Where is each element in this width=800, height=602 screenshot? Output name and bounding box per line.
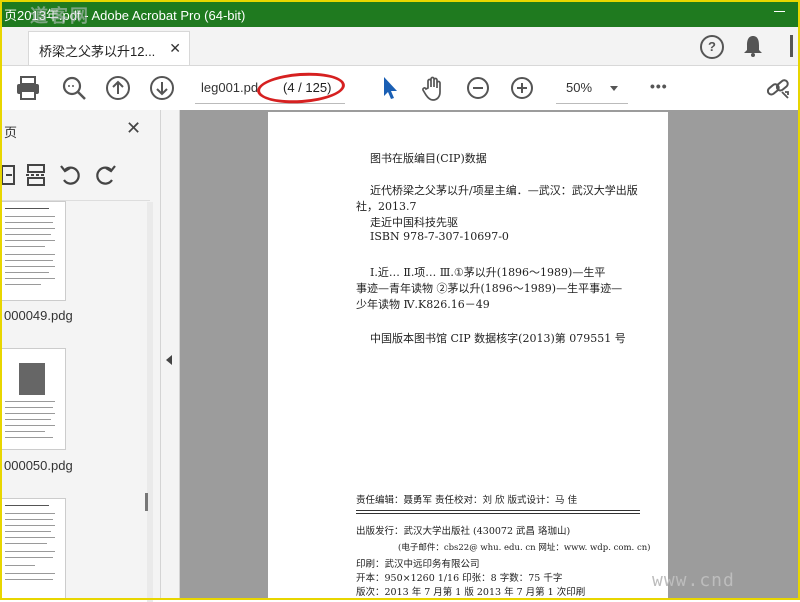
- file-name-label: leg001.pd: [201, 80, 259, 95]
- publisher-line: 出版发行：武汉大学出版社 (430072 武昌 珞珈山): [356, 526, 571, 537]
- insert-page-icon[interactable]: [0, 162, 18, 188]
- notification-bell-icon[interactable]: [742, 34, 764, 58]
- page-thumbnail[interactable]: [0, 348, 66, 450]
- tab-label: 桥梁之父茅以升12...: [39, 44, 156, 59]
- zoom-underline: [556, 103, 628, 104]
- field-underline: [195, 103, 345, 104]
- body-line: 近代桥梁之父茅以升/项星主编．—武汉：武汉大学出版: [370, 184, 638, 197]
- zoom-dropdown[interactable]: 50%: [556, 74, 628, 104]
- help-icon[interactable]: ?: [700, 35, 724, 59]
- next-page-icon[interactable]: [148, 74, 176, 102]
- body-line: 走近中国科技先驱: [370, 216, 458, 229]
- panel-resize-handle[interactable]: [145, 493, 148, 511]
- hand-tool-icon[interactable]: [420, 74, 448, 102]
- more-tools-button[interactable]: •••: [650, 78, 668, 94]
- main-toolbar: leg001.pd (4 / 125) 50% •••: [0, 66, 800, 111]
- title-bar: 页2013年.pdf - Adobe Acrobat Pro (64-bit): [0, 0, 800, 27]
- panel-collapse-strip[interactable]: [161, 110, 180, 600]
- email-line: (电子邮件：cbs22@ whu. edu. cn 网址：www. wdp. c…: [398, 543, 651, 553]
- collapse-arrow-icon[interactable]: [166, 355, 172, 365]
- print-icon[interactable]: [14, 74, 42, 102]
- divider-line: [356, 510, 640, 511]
- printer-line: 印刷：武汉中远印务有限公司: [356, 559, 480, 570]
- select-cursor-icon[interactable]: [376, 74, 404, 102]
- rotate-right-icon[interactable]: [92, 162, 118, 188]
- minimize-button[interactable]: [770, 2, 790, 22]
- page-thumbnail[interactable]: [0, 498, 66, 600]
- page-thumbnails-panel: 页 ✕ 000049.pdg 000050.pdg: [0, 110, 161, 602]
- panel-title: 页: [4, 125, 18, 140]
- document-tab[interactable]: 桥梁之父茅以升12... ✕: [28, 31, 190, 65]
- previous-page-icon[interactable]: [104, 74, 132, 102]
- rotate-left-icon[interactable]: [58, 162, 84, 188]
- tab-close-icon[interactable]: ✕: [169, 40, 181, 57]
- zoom-out-icon[interactable]: [464, 74, 492, 102]
- thumbnail-label: 000049.pdg: [4, 308, 73, 323]
- thumbnail-label: 000050.pdg: [4, 458, 73, 473]
- format-line: 开本：950×1260 1/16 印张：8 字数：75 千字: [356, 573, 563, 584]
- cip-number-line: 中国版本图书馆 CIP 数据核字(2013)第 079551 号: [370, 332, 626, 345]
- panel-scrollbar[interactable]: [147, 202, 153, 602]
- zoom-value: 50%: [566, 80, 593, 95]
- panel-close-icon[interactable]: ✕: [126, 118, 141, 139]
- more-vertical-icon[interactable]: [786, 33, 798, 59]
- divider-line: [356, 513, 640, 514]
- chevron-down-icon: [610, 86, 618, 91]
- watermark-logo: 道客网: [30, 6, 90, 27]
- body-line: 事迹—青年读物 ②茅以升(1896～1989)—生平事迹—: [356, 282, 623, 295]
- zoom-in-icon[interactable]: [508, 74, 536, 102]
- watermark-url: www.cnd: [652, 570, 735, 591]
- body-line: 少年读物 Ⅳ.K826.16－49: [356, 298, 490, 311]
- share-link-icon[interactable]: [764, 74, 792, 102]
- tab-bar: 桥梁之父茅以升12... ✕: [0, 27, 800, 66]
- page-thumbnail[interactable]: [0, 201, 66, 301]
- editors-line: 责任编辑：聂勇军 责任校对：刘 欣 版式设计：马 佳: [356, 495, 578, 506]
- cip-heading: 图书在版编目(CIP)数据: [370, 152, 487, 165]
- body-line: 社，2013.7: [356, 200, 417, 213]
- edition-line: 版次：2013 年 7 月第 1 版 2013 年 7 月第 1 次印刷: [356, 587, 586, 598]
- thumbnail-image: [19, 363, 45, 395]
- body-line: Ⅰ.近… Ⅱ.项… Ⅲ.①茅以升(1896～1989)—生平: [370, 266, 606, 279]
- zoom-search-icon[interactable]: [60, 74, 88, 102]
- extract-pages-icon[interactable]: [24, 162, 48, 188]
- panel-toolbar: [0, 160, 150, 192]
- body-line: ISBN 978-7-307-10697-0: [370, 230, 509, 243]
